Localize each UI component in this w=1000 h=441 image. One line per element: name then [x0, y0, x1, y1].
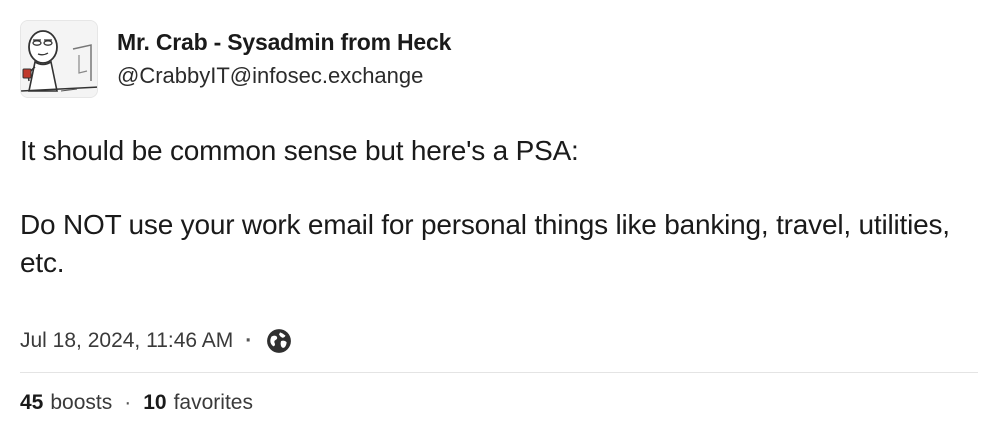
post-meta: Jul 18, 2024, 11:46 AM ·: [20, 328, 292, 354]
author-names: Mr. Crab - Sysadmin from Heck @CrabbyIT@…: [117, 20, 451, 90]
boosts-count: 45: [20, 391, 44, 414]
post-content: It should be common sense but here's a P…: [20, 132, 978, 282]
globe-icon: [266, 328, 292, 354]
favorites-label: favorites: [173, 391, 253, 414]
divider: [20, 372, 978, 373]
avatar[interactable]: [20, 20, 98, 98]
favorites-link[interactable]: 10 favorites: [143, 391, 253, 415]
cartoon-avatar-icon: [21, 21, 97, 97]
boosts-label: boosts: [50, 391, 113, 414]
post-timestamp[interactable]: Jul 18, 2024, 11:46 AM: [20, 329, 233, 353]
post-text-line: Do NOT use your work email for personal …: [20, 209, 950, 278]
post-stats: 45 boosts · 10 favorites: [20, 391, 253, 415]
meta-separator: ·: [245, 329, 253, 352]
favorites-count: 10: [143, 391, 167, 414]
author-display-name[interactable]: Mr. Crab - Sysadmin from Heck: [117, 28, 451, 56]
author-handle[interactable]: @CrabbyIT@infosec.exchange: [117, 62, 451, 90]
post-text-line: It should be common sense but here's a P…: [20, 135, 579, 166]
boosts-link[interactable]: 45 boosts: [20, 391, 112, 415]
post-header: Mr. Crab - Sysadmin from Heck @CrabbyIT@…: [20, 20, 978, 100]
stats-separator: ·: [124, 391, 132, 414]
post-card: Mr. Crab - Sysadmin from Heck @CrabbyIT@…: [20, 20, 978, 420]
